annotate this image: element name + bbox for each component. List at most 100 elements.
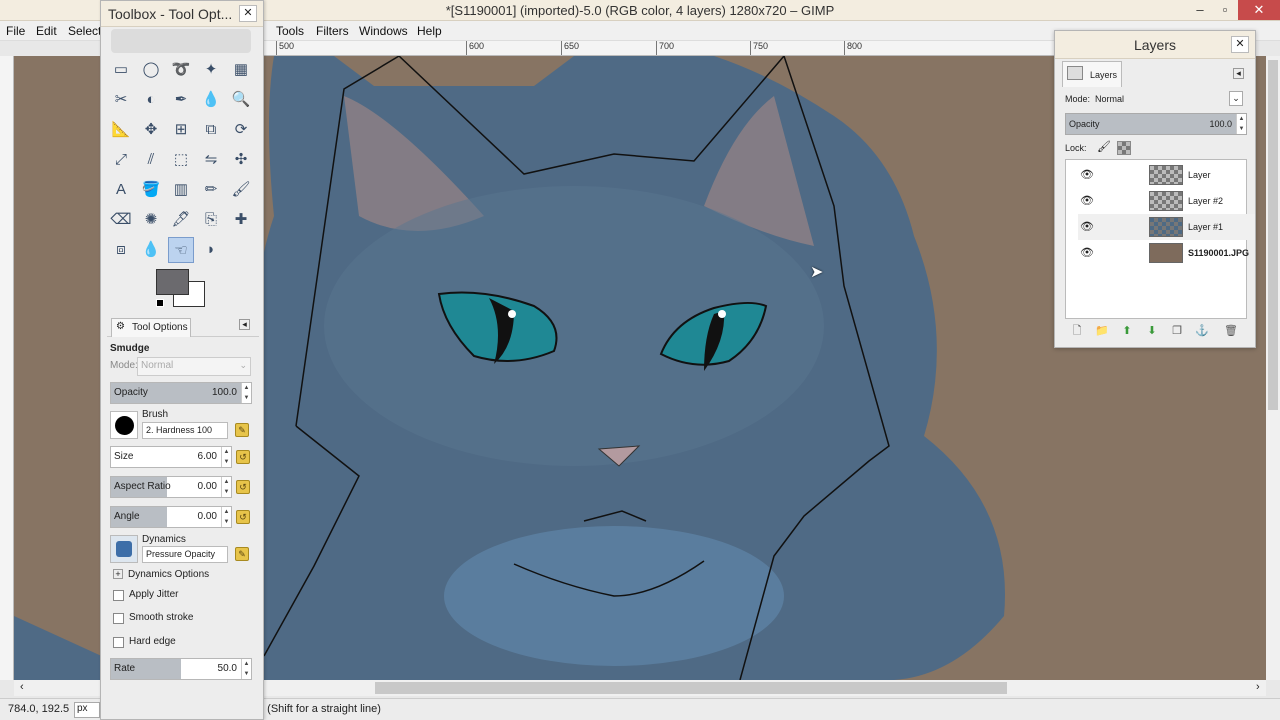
dynamics-options-expander[interactable]: Dynamics Options xyxy=(128,569,209,580)
bucket-fill-tool-icon[interactable]: 🪣 xyxy=(138,177,164,203)
new-layer-icon[interactable]: 🗋 xyxy=(1069,323,1085,339)
rotate-tool-icon[interactable]: ⟳ xyxy=(228,117,254,143)
brush-field[interactable]: 2. Hardness 100 xyxy=(142,422,228,439)
airbrush-tool-icon[interactable]: ✺ xyxy=(138,207,164,233)
menu-select[interactable]: Select xyxy=(68,24,101,38)
crop-tool-icon[interactable]: ⧉ xyxy=(198,117,224,143)
reset-aspect-icon[interactable]: ↺ xyxy=(236,480,250,494)
menu-help[interactable]: Help xyxy=(417,24,442,38)
mode-select[interactable]: Normal ⌄ xyxy=(137,357,251,376)
paths-tool-icon[interactable]: ✒ xyxy=(168,87,194,113)
tab-menu-icon[interactable]: ◂ xyxy=(239,319,250,330)
paintbrush-tool-icon[interactable]: 🖌 xyxy=(228,177,254,203)
clone-tool-icon[interactable]: ⎘ xyxy=(198,207,224,233)
angle-spinner[interactable]: ▲ ▼ xyxy=(221,507,231,527)
anchor-layer-icon[interactable]: ⚓ xyxy=(1194,323,1210,339)
menu-file[interactable]: File xyxy=(6,24,25,38)
close-button[interactable]: ✕ xyxy=(1238,0,1280,20)
default-colors-icon[interactable] xyxy=(156,299,164,307)
flip-tool-icon[interactable]: ⇋ xyxy=(198,147,224,173)
apply-jitter-checkbox[interactable] xyxy=(113,590,124,601)
list-item[interactable]: 👁 Layer #1 xyxy=(1078,214,1255,240)
expand-icon[interactable]: + xyxy=(113,569,123,579)
menu-tools[interactable]: Tools xyxy=(276,24,304,38)
reset-size-icon[interactable]: ↺ xyxy=(236,450,250,464)
aspect-ratio-slider[interactable]: Aspect Ratio 0.00 ▲ ▼ xyxy=(110,476,232,498)
rate-spinner[interactable]: ▲ ▼ xyxy=(241,659,251,679)
new-group-icon[interactable]: 📁 xyxy=(1094,323,1110,339)
eraser-tool-icon[interactable]: ⌫ xyxy=(108,207,134,233)
color-select-tool-icon[interactable]: ▦ xyxy=(228,57,254,83)
menu-windows[interactable]: Windows xyxy=(359,24,408,38)
dodge-tool-icon[interactable]: ◗ xyxy=(198,237,224,263)
menu-edit[interactable]: Edit xyxy=(36,24,57,38)
smudge-tool-icon[interactable]: ☜ xyxy=(168,237,194,263)
reset-angle-icon[interactable]: ↺ xyxy=(236,510,250,524)
horizontal-scroll-thumb[interactable] xyxy=(375,682,1007,694)
menu-filters[interactable]: Filters xyxy=(316,24,349,38)
text-tool-icon[interactable]: A xyxy=(108,177,134,203)
perspective-tool-icon[interactable]: ⬚ xyxy=(168,147,194,173)
unit-select[interactable]: px xyxy=(74,702,100,718)
edit-dynamics-icon[interactable]: ✎ xyxy=(235,547,249,561)
eye-icon[interactable]: 👁 xyxy=(1080,246,1094,259)
vertical-scroll-thumb[interactable] xyxy=(1268,60,1278,410)
horizontal-ruler[interactable]: 500 600 650 700 750 800 xyxy=(264,41,1054,56)
duplicate-layer-icon[interactable]: ❐ xyxy=(1169,323,1185,339)
fuzzy-select-tool-icon[interactable]: ✦ xyxy=(198,57,224,83)
scale-tool-icon[interactable]: ⤢ xyxy=(108,147,134,173)
shear-tool-icon[interactable]: ⫽ xyxy=(138,147,164,173)
heal-tool-icon[interactable]: ✚ xyxy=(228,207,254,233)
dynamics-field[interactable]: Pressure Opacity xyxy=(142,546,228,563)
pencil-tool-icon[interactable]: ✏ xyxy=(198,177,224,203)
lock-pixels-icon[interactable]: 🖌 xyxy=(1097,140,1111,153)
foreground-select-tool-icon[interactable]: ◐ xyxy=(138,87,164,113)
ellipse-select-tool-icon[interactable]: ◯ xyxy=(138,57,164,83)
layer-opacity-slider[interactable]: Opacity 100.0 ▲ ▼ xyxy=(1065,113,1247,135)
hard-edge-checkbox[interactable] xyxy=(113,637,124,648)
cage-tool-icon[interactable]: ✣ xyxy=(228,147,254,173)
list-item[interactable]: 👁 S1190001.JPG xyxy=(1078,240,1255,266)
list-item[interactable]: 👁 Layer #2 xyxy=(1078,188,1255,214)
scissors-tool-icon[interactable]: ✂ xyxy=(108,87,134,113)
edit-brush-icon[interactable]: ✎ xyxy=(235,423,249,437)
opacity-spinner[interactable]: ▲ ▼ xyxy=(241,383,251,403)
vertical-ruler[interactable] xyxy=(0,56,14,680)
rate-slider[interactable]: Rate 50.0 ▲ ▼ xyxy=(110,658,252,680)
measure-tool-icon[interactable]: 📐 xyxy=(108,117,134,143)
move-tool-icon[interactable]: ✥ xyxy=(138,117,164,143)
tab-layers[interactable]: Layers xyxy=(1062,61,1122,87)
zoom-tool-icon[interactable]: 🔍 xyxy=(228,87,254,113)
color-picker-tool-icon[interactable]: 💧 xyxy=(198,87,224,113)
color-area[interactable] xyxy=(156,269,206,309)
scroll-right-icon[interactable]: › xyxy=(1256,681,1260,693)
list-item[interactable]: 👁 Layer xyxy=(1078,162,1255,188)
dynamics-preview[interactable] xyxy=(110,535,138,563)
angle-slider[interactable]: Angle 0.00 ▲ ▼ xyxy=(110,506,232,528)
lower-layer-icon[interactable]: ⬇ xyxy=(1144,323,1160,339)
layers-close-button[interactable]: ✕ xyxy=(1231,36,1249,53)
free-select-tool-icon[interactable]: ➰ xyxy=(168,57,194,83)
size-spinner[interactable]: ▲ ▼ xyxy=(221,447,231,467)
ink-tool-icon[interactable]: 🖋 xyxy=(168,207,194,233)
eye-icon[interactable]: 👁 xyxy=(1080,220,1094,233)
eye-icon[interactable]: 👁 xyxy=(1080,194,1094,207)
raise-layer-icon[interactable]: ⬆ xyxy=(1119,323,1135,339)
layer-mode-value[interactable]: Normal xyxy=(1095,94,1124,104)
lock-alpha-icon[interactable] xyxy=(1117,141,1131,155)
align-tool-icon[interactable]: ⊞ xyxy=(168,117,194,143)
smooth-stroke-checkbox[interactable] xyxy=(113,613,124,624)
blend-tool-icon[interactable]: ▥ xyxy=(168,177,194,203)
perspective-clone-tool-icon[interactable]: ⧈ xyxy=(108,237,134,263)
foreground-color-swatch[interactable] xyxy=(156,269,189,295)
maximize-button[interactable]: ▫ xyxy=(1210,0,1240,20)
tab-tool-options[interactable]: ⚙ Tool Options xyxy=(111,318,191,337)
tab-menu-icon[interactable]: ◂ xyxy=(1233,68,1244,79)
toolbox-close-button[interactable]: ✕ xyxy=(239,5,257,22)
layer-opacity-spinner[interactable]: ▲ ▼ xyxy=(1236,114,1246,134)
eye-icon[interactable]: 👁 xyxy=(1080,168,1094,181)
rect-select-tool-icon[interactable]: ▭ xyxy=(108,57,134,83)
delete-layer-icon[interactable]: 🗑 xyxy=(1223,323,1239,339)
chevron-down-icon[interactable]: ⌄ xyxy=(1229,91,1243,106)
blur-tool-icon[interactable]: 💧 xyxy=(138,237,164,263)
